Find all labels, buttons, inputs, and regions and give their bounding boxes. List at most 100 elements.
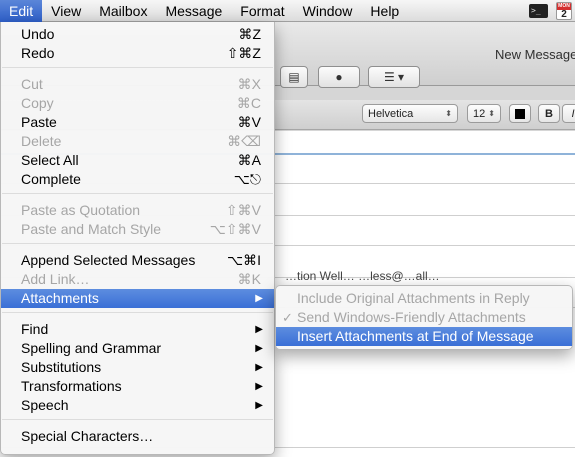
menu-separator bbox=[2, 419, 273, 420]
shortcut-label: ⌘V bbox=[237, 114, 261, 130]
text-color-button[interactable] bbox=[509, 104, 531, 123]
format-list-button[interactable]: ☰ ▾ bbox=[368, 66, 420, 88]
menu-item-label: Insert Attachments at End of Message bbox=[297, 328, 534, 344]
shortcut-label: ⌘C bbox=[236, 95, 261, 111]
select-arrows-icon: ⬍ bbox=[445, 109, 452, 118]
menu-item-paste-as-quotation[interactable]: Paste as Quotation ⇧⌘V bbox=[1, 201, 274, 220]
menu-item-attachments[interactable]: Attachments ▶ bbox=[1, 289, 274, 308]
menu-separator bbox=[2, 243, 273, 244]
menu-item-label: Cut bbox=[21, 76, 43, 92]
photo-icon: ▤ bbox=[288, 70, 300, 84]
menu-item-label: Speech bbox=[21, 397, 69, 413]
shortcut-label: ⌥⇧⌘V bbox=[209, 221, 261, 237]
shortcut-label: ⌥⌘I bbox=[226, 252, 261, 268]
menu-item-label: Substitutions bbox=[21, 359, 102, 375]
menu-item-label: Append Selected Messages bbox=[21, 252, 196, 268]
select-arrows-icon: ⬍ bbox=[488, 109, 495, 118]
menu-item-label: Add Link… bbox=[21, 271, 90, 287]
menu-item-speech[interactable]: Speech ▶ bbox=[1, 396, 274, 415]
menu-separator bbox=[2, 67, 273, 68]
shortcut-label: ⌘X bbox=[237, 76, 261, 92]
menu-item-transformations[interactable]: Transformations ▶ bbox=[1, 377, 274, 396]
calendar-day: 2 bbox=[561, 8, 567, 20]
menu-window[interactable]: Window bbox=[294, 0, 362, 22]
menu-item-redo[interactable]: Redo ⇧⌘Z bbox=[1, 44, 274, 63]
menu-item-find[interactable]: Find ▶ bbox=[1, 320, 274, 339]
menu-help[interactable]: Help bbox=[361, 0, 408, 22]
menu-item-include-original-attachments[interactable]: Include Original Attachments in Reply bbox=[276, 289, 572, 308]
shortcut-label: ⇧⌘Z bbox=[226, 45, 261, 61]
list-icon: ☰ ▾ bbox=[383, 70, 405, 84]
menu-item-label: Transformations bbox=[21, 378, 122, 394]
menu-item-label: Paste as Quotation bbox=[21, 202, 141, 218]
submenu-arrow-icon: ▶ bbox=[255, 293, 263, 304]
font-size-select[interactable]: 12 ⬍ bbox=[467, 104, 501, 123]
menu-item-insert-attachments-at-end[interactable]: Insert Attachments at End of Message bbox=[276, 327, 572, 346]
submenu-arrow-icon: ▶ bbox=[255, 362, 263, 373]
address-panel-button[interactable]: ● bbox=[318, 66, 360, 88]
menu-edit[interactable]: Edit bbox=[0, 0, 43, 22]
menu-item-send-windows-friendly[interactable]: ✓ Send Windows-Friendly Attachments bbox=[276, 308, 572, 327]
menu-item-label: Paste and Match Style bbox=[21, 221, 162, 237]
menu-item-label: Spelling and Grammar bbox=[21, 340, 162, 356]
calendar-icon[interactable]: MON 2 bbox=[556, 1, 572, 20]
shortcut-label: ⌘Z bbox=[238, 26, 261, 42]
menu-item-append-selected-messages[interactable]: Append Selected Messages ⌥⌘I bbox=[1, 251, 274, 270]
bold-button[interactable]: B bbox=[538, 104, 560, 123]
menu-item-label: Find bbox=[21, 321, 49, 337]
menu-item-select-all[interactable]: Select All ⌘A bbox=[1, 151, 274, 170]
menu-item-paste[interactable]: Paste ⌘V bbox=[1, 113, 274, 132]
menu-item-label: Copy bbox=[21, 95, 54, 111]
menu-item-label: Delete bbox=[21, 133, 62, 149]
terminal-icon[interactable]: >_ bbox=[529, 3, 548, 18]
menu-item-label: Send Windows-Friendly Attachments bbox=[297, 309, 526, 325]
submenu-arrow-icon: ▶ bbox=[255, 381, 263, 392]
menu-item-special-characters[interactable]: Special Characters… bbox=[1, 427, 274, 446]
checkmark-icon: ✓ bbox=[282, 310, 293, 325]
shortcut-label: ⌘K bbox=[237, 271, 261, 287]
menu-item-complete[interactable]: Complete ⌥⎋ bbox=[1, 170, 274, 189]
italic-button[interactable]: I bbox=[562, 104, 575, 123]
photo-browser-button[interactable]: ▤ bbox=[280, 66, 308, 88]
menu-item-label: Attachments bbox=[21, 290, 99, 306]
menu-bar: Edit View Mailbox Message Format Window … bbox=[0, 0, 575, 22]
menu-separator bbox=[2, 312, 273, 313]
menu-view[interactable]: View bbox=[42, 0, 90, 22]
menu-message[interactable]: Message bbox=[156, 0, 231, 22]
submenu-arrow-icon: ▶ bbox=[255, 324, 263, 335]
menu-item-label: Special Characters… bbox=[21, 428, 154, 444]
person-icon: ● bbox=[335, 70, 343, 84]
menu-item-delete[interactable]: Delete ⌘⌫ bbox=[1, 132, 274, 151]
color-swatch-icon bbox=[515, 108, 525, 119]
submenu-arrow-icon: ▶ bbox=[255, 400, 263, 411]
edit-menu: Undo ⌘Z Redo ⇧⌘Z Cut ⌘X Copy ⌘C Paste ⌘V… bbox=[0, 22, 275, 455]
menu-item-label: Undo bbox=[21, 26, 55, 42]
menu-item-paste-and-match-style[interactable]: Paste and Match Style ⌥⇧⌘V bbox=[1, 220, 274, 239]
font-family-value: Helvetica bbox=[368, 107, 414, 120]
menu-item-label: Complete bbox=[21, 171, 81, 187]
bold-label: B bbox=[545, 107, 553, 120]
shortcut-label: ⇧⌘V bbox=[225, 202, 261, 218]
shortcut-label: ⌥⎋ bbox=[233, 171, 261, 187]
signature-text: …tion Well… …less@…all… bbox=[285, 269, 440, 283]
menu-item-cut[interactable]: Cut ⌘X bbox=[1, 75, 274, 94]
menu-format[interactable]: Format bbox=[231, 0, 293, 22]
menu-item-label: Redo bbox=[21, 45, 55, 61]
italic-label: I bbox=[571, 107, 575, 120]
menu-item-label: Paste bbox=[21, 114, 57, 130]
submenu-arrow-icon: ▶ bbox=[255, 343, 263, 354]
attachments-submenu: Include Original Attachments in Reply ✓ … bbox=[275, 285, 573, 350]
window-title: New Message bbox=[495, 47, 575, 62]
font-family-select[interactable]: Helvetica ⬍ bbox=[362, 104, 458, 123]
menu-item-label: Select All bbox=[21, 152, 79, 168]
menu-item-copy[interactable]: Copy ⌘C bbox=[1, 94, 274, 113]
menu-item-add-link[interactable]: Add Link… ⌘K bbox=[1, 270, 274, 289]
menu-item-undo[interactable]: Undo ⌘Z bbox=[1, 25, 274, 44]
menu-item-substitutions[interactable]: Substitutions ▶ bbox=[1, 358, 274, 377]
menu-separator bbox=[2, 193, 273, 194]
shortcut-label: ⌘⌫ bbox=[227, 133, 261, 149]
menu-item-spelling-and-grammar[interactable]: Spelling and Grammar ▶ bbox=[1, 339, 274, 358]
menu-mailbox[interactable]: Mailbox bbox=[90, 0, 156, 22]
menu-item-label: Include Original Attachments in Reply bbox=[297, 290, 530, 306]
font-size-value: 12 bbox=[473, 107, 486, 120]
